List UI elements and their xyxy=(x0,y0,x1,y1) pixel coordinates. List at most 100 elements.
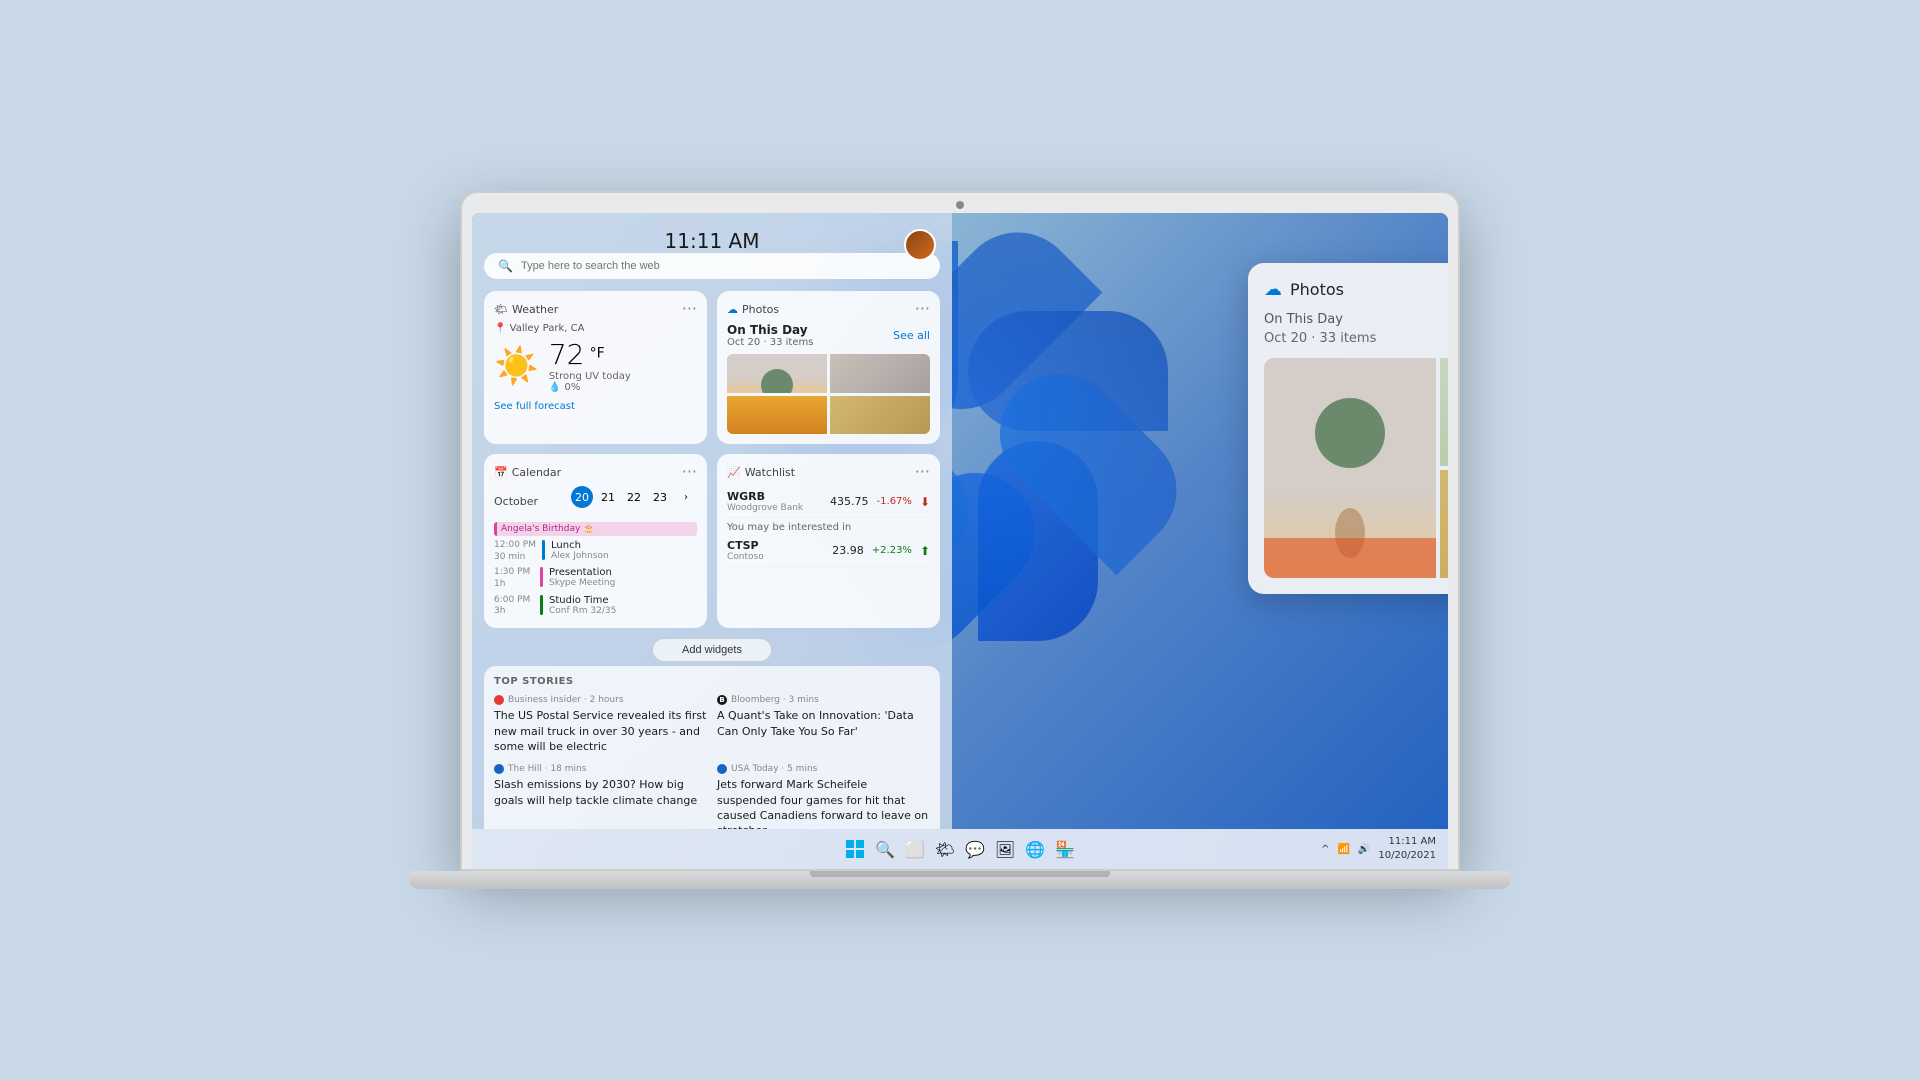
add-widgets-button[interactable]: Add widgets xyxy=(652,638,772,662)
cal-event-studio: 6:00 PM 3h Studio Time Conf Rm 32/35 xyxy=(494,595,697,618)
stock-ctsp[interactable]: CTSP Contoso 23.98 +2.23% ⬆ xyxy=(727,535,930,567)
weather-more-button[interactable]: ··· xyxy=(682,301,697,317)
search-bar[interactable]: 🔍 xyxy=(484,253,940,279)
teams-button[interactable]: 💬 xyxy=(963,837,987,861)
taskbar-chevron-icon[interactable]: ^ xyxy=(1321,844,1329,855)
news-item-4[interactable]: USA Today · 5 mins Jets forward Mark Sch… xyxy=(717,764,930,829)
calendar-more-button[interactable]: ··· xyxy=(682,464,697,480)
photos-exp-grid xyxy=(1264,358,1448,578)
weather-widget: 🌤 Weather ··· 📍 Valley Park, CA ☀️ xyxy=(484,291,707,444)
watchlist-icon: 📈 xyxy=(727,466,741,479)
cal-date-22[interactable]: 22 xyxy=(623,486,645,508)
sound-icon[interactable]: 🔊 xyxy=(1358,844,1370,855)
news-headline-3: Slash emissions by 2030? How big goals w… xyxy=(494,777,707,808)
desktop: 11:11 AM 🔍 xyxy=(472,213,1448,869)
taskbar-center: 🔍 ⬜ 🌤 💬 🖼 🌐 🏪 xyxy=(843,837,1077,861)
news-item-1[interactable]: Business Insider · 2 hours The US Postal… xyxy=(494,695,707,754)
weather-sun-icon: ☀️ xyxy=(494,345,539,387)
edge-button[interactable]: 🌐 xyxy=(1023,837,1047,861)
network-icon[interactable]: 📶 xyxy=(1337,844,1349,855)
taskbar-right: ^ 📶 🔊 11:11 AM 10/20/2021 xyxy=(1321,835,1436,863)
widgets-grid: 🌤 Weather ··· 📍 Valley Park, CA ☀️ xyxy=(484,291,940,628)
photos-cloud-icon: ☁ xyxy=(727,303,738,316)
photos-exp-left[interactable] xyxy=(1264,358,1436,578)
news-section: TOP STORIES Business Insider · 2 hours T… xyxy=(484,666,940,829)
news-source-2: B Bloomberg · 3 mins xyxy=(717,695,930,705)
cal-date-21[interactable]: 21 xyxy=(597,486,619,508)
photo-thumb-4[interactable] xyxy=(830,396,930,435)
location-icon: 📍 xyxy=(494,323,506,334)
widgets-clock: 11:11 AM xyxy=(484,229,940,253)
news-item-2[interactable]: B Bloomberg · 3 mins A Quant's Take on I… xyxy=(717,695,930,754)
photos-more-button[interactable]: ··· xyxy=(915,301,930,317)
news-item-3[interactable]: The Hill · 18 mins Slash emissions by 20… xyxy=(494,764,707,829)
search-taskbar-button[interactable]: 🔍 xyxy=(873,837,897,861)
user-avatar[interactable] xyxy=(904,229,936,261)
search-input[interactable] xyxy=(521,260,926,272)
taskbar-clock[interactable]: 11:11 AM 10/20/2021 xyxy=(1378,835,1436,863)
stock-wgrb[interactable]: WGRB Woodgrove Bank 435.75 -1.67% ⬇ xyxy=(727,486,930,518)
photos-exp-right-bottom[interactable] xyxy=(1440,470,1448,578)
task-view-button[interactable]: ⬜ xyxy=(903,837,927,861)
photo-thumb-2[interactable] xyxy=(830,354,930,393)
photos-exp-title: Photos xyxy=(1290,280,1344,299)
cal-date-20[interactable]: 20 xyxy=(571,486,593,508)
news-headline-1: The US Postal Service revealed its first… xyxy=(494,708,707,754)
photos-expanded-card: ☁ Photos ··· On This Day Oct 20 · 33 ite… xyxy=(1248,263,1448,594)
photo-small-chair[interactable] xyxy=(1440,470,1448,578)
photo-thumb-1[interactable] xyxy=(727,354,827,393)
widgets-taskbar-button[interactable]: 🌤 xyxy=(933,837,957,861)
down-circle-icon: ⬇ xyxy=(920,495,930,509)
weather-description: Strong UV today xyxy=(549,371,631,382)
up-circle-icon: ⬆ xyxy=(920,544,930,558)
news-grid: Business Insider · 2 hours The US Postal… xyxy=(494,695,930,829)
weather-temperature: 72 °F xyxy=(549,338,631,371)
calendar-events: 12:00 PM 30 min Lunch Alex Johnson xyxy=(494,540,697,618)
photos-exp-right-top[interactable] xyxy=(1440,358,1448,466)
weather-precipitation: 💧 0% xyxy=(549,382,631,393)
cal-event-lunch: 12:00 PM 30 min Lunch Alex Johnson xyxy=(494,540,697,563)
all-day-event: Angela's Birthday 🎂 xyxy=(494,522,697,536)
news-source-4: USA Today · 5 mins xyxy=(717,764,930,774)
weather-widget-title: 🌤 Weather xyxy=(494,303,558,316)
laptop-camera xyxy=(956,201,964,209)
start-button[interactable] xyxy=(843,837,867,861)
search-icon: 🔍 xyxy=(498,259,513,273)
photos-exp-cloud-icon: ☁ xyxy=(1264,279,1282,300)
top-stories-label: TOP STORIES xyxy=(494,676,930,687)
watchlist-widget-title: 📈 Watchlist xyxy=(727,466,795,479)
cal-event-presentation: 1:30 PM 1h Presentation Skype Meeting xyxy=(494,567,697,590)
laptop-hinge xyxy=(810,871,1110,877)
photos-date: Oct 20 · 33 items xyxy=(727,337,813,348)
news-headline-2: A Quant's Take on Innovation: 'Data Can … xyxy=(717,708,930,739)
weather-location: 📍 Valley Park, CA xyxy=(494,323,697,334)
taskbar: 🔍 ⬜ 🌤 💬 🖼 🌐 🏪 ^ 📶 🔊 11:11 AM xyxy=(472,829,1448,869)
laptop-screen-frame: 11:11 AM 🔍 xyxy=(460,191,1460,871)
photos-see-all-link[interactable]: See all xyxy=(893,329,930,342)
weather-forecast-link[interactable]: See full forecast xyxy=(494,401,697,412)
photos-on-this-day-header: On This Day Oct 20 · 33 items See all xyxy=(727,323,930,348)
photos-exp-on-this-day: On This Day xyxy=(1264,312,1448,327)
calendar-nav: October 20 21 22 23 › xyxy=(494,486,697,516)
photo-small-plant[interactable] xyxy=(1440,358,1448,466)
widgets-panel: 11:11 AM 🔍 xyxy=(472,213,952,829)
cal-date-more[interactable]: › xyxy=(675,486,697,508)
photo-large-1[interactable] xyxy=(1264,358,1436,578)
photos-exp-header: ☁ Photos ··· xyxy=(1264,279,1448,300)
watchlist-more-button[interactable]: ··· xyxy=(915,464,930,480)
photos-taskbar-button[interactable]: 🖼 xyxy=(993,837,1017,861)
desktop-wallpaper: 11:11 AM 🔍 xyxy=(472,213,1448,869)
photos-thumbnail-grid xyxy=(727,354,930,434)
photos-widget: ☁ Photos ··· On This Day Oct 20 · 33 ite… xyxy=(717,291,940,444)
watchlist-widget: 📈 Watchlist ··· WGRB Woodgrove Bank xyxy=(717,454,940,628)
weather-icon: 🌤 xyxy=(494,303,508,316)
interested-label: You may be interested in xyxy=(727,522,930,533)
news-source-1: Business Insider · 2 hours xyxy=(494,695,707,705)
weather-main: ☀️ 72 °F Strong UV today 💧 0% xyxy=(494,338,697,393)
store-button[interactable]: 🏪 xyxy=(1053,837,1077,861)
calendar-widget: 📅 Calendar ··· October 20 21 22 xyxy=(484,454,707,628)
photos-exp-title-row: ☁ Photos xyxy=(1264,279,1344,300)
photo-thumb-3[interactable] xyxy=(727,396,827,435)
cal-date-23[interactable]: 23 xyxy=(649,486,671,508)
laptop-base xyxy=(410,871,1510,889)
